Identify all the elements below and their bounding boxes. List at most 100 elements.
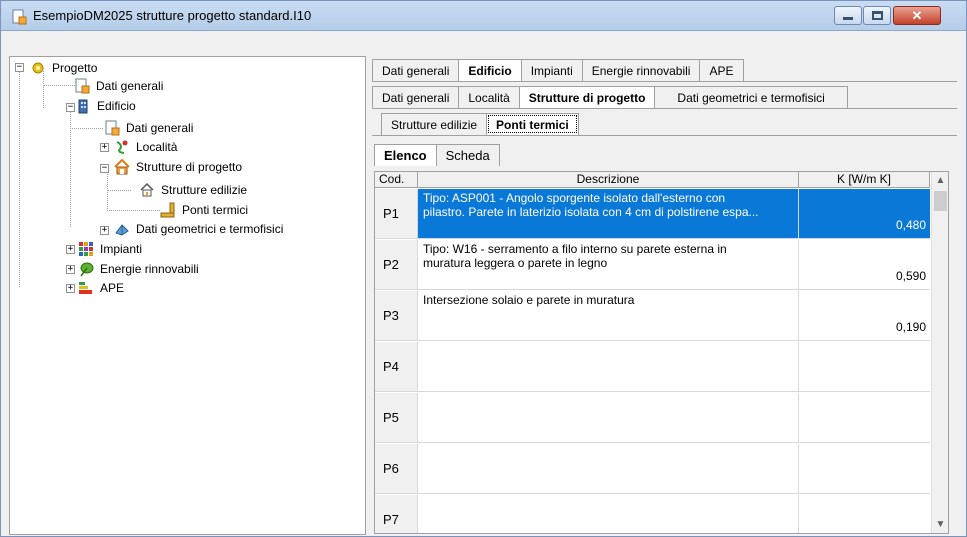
tab-strutture-edilizie[interactable]: Strutture edilizie (381, 113, 488, 135)
tree-item-ponti-termici[interactable]: Ponti termici (160, 201, 250, 219)
tree-item-energie-rinnovabili[interactable]: Energie rinnovabili (78, 260, 201, 278)
tab-localita[interactable]: Località (458, 86, 520, 108)
tab-dati-generali[interactable]: Dati generali (372, 59, 460, 81)
row-description (418, 444, 799, 493)
tree-item-dati-generali[interactable]: Dati generali (74, 77, 165, 95)
vertical-scrollbar[interactable]: ▲ ▼ (931, 172, 948, 533)
tab-energie-rinnovabili[interactable]: Energie rinnovabili (581, 59, 701, 81)
tree-item-dati-geometrici[interactable]: Dati geometrici e termofisici (114, 220, 285, 238)
geometry-icon (115, 224, 129, 236)
tab-divider (372, 135, 957, 136)
sun-icon (32, 62, 44, 74)
tree-item-ape[interactable]: APE (78, 279, 126, 297)
table-row[interactable]: P7 (375, 495, 930, 533)
row-code: P6 (375, 444, 418, 493)
tabbar-main: Dati generali Edificio Impianti Energie … (372, 59, 744, 81)
row-code: P7 (375, 495, 418, 533)
tab-elenco[interactable]: Elenco (374, 144, 437, 166)
table-header: Cod. Descrizione K [W/m K] (375, 172, 930, 188)
row-k-value: 0,190 (895, 320, 926, 334)
house-structure-icon (114, 159, 130, 175)
tree-connector (19, 71, 20, 287)
row-k-value (799, 342, 930, 391)
tree-connector (70, 109, 71, 227)
column-header-description[interactable]: Descrizione (418, 172, 799, 187)
tab-scheda[interactable]: Scheda (435, 144, 500, 166)
row-code: P3 (375, 291, 418, 340)
scroll-thumb[interactable] (934, 191, 947, 211)
tree-item-strutture-edilizie[interactable]: Strutture edilizie (139, 181, 249, 199)
tree-expand-toggle[interactable]: + (66, 245, 75, 254)
tab-strutture-di-progetto[interactable]: Strutture di progetto (518, 86, 656, 108)
table-row[interactable]: P1 Tipo: ASP001 - Angolo sporgente isola… (375, 189, 930, 239)
tab-divider (372, 81, 957, 82)
row-description (418, 495, 799, 533)
row-description: Tipo: ASP001 - Angolo sporgente isolato … (418, 189, 799, 238)
tree-item-localita[interactable]: Località (114, 138, 179, 156)
tab-ape[interactable]: APE (699, 59, 744, 81)
tree-label: Dati generali (96, 79, 164, 93)
tree-item-strutture-di-progetto[interactable]: Strutture di progetto (114, 158, 244, 176)
project-tree[interactable]: − − + − + + + + Progetto Dati generali E… (9, 56, 366, 535)
document-icon (75, 78, 90, 94)
row-description (418, 393, 799, 442)
tree-expand-toggle[interactable]: + (66, 284, 75, 293)
close-button[interactable]: ✕ (893, 6, 941, 25)
tab-dati-geometrici[interactable]: Dati geometrici e termofisici (654, 86, 848, 108)
tree-connector (70, 128, 103, 129)
tab-impianti[interactable]: Impianti (520, 59, 583, 81)
tree-collapse-toggle[interactable]: − (15, 63, 24, 72)
tab-dati-generali[interactable]: Dati generali (372, 86, 460, 108)
thermal-bridge-icon (160, 202, 175, 218)
tree-expand-toggle[interactable]: + (100, 226, 109, 235)
row-code: P5 (375, 393, 418, 442)
house-icon (140, 182, 154, 197)
scroll-down-icon[interactable]: ▼ (932, 516, 948, 533)
row-k-value: 0,590 (895, 269, 926, 283)
column-header-code[interactable]: Cod. (375, 172, 418, 187)
tree-expand-toggle[interactable]: + (66, 265, 75, 274)
table-row[interactable]: P5 (375, 393, 930, 443)
tree-item-impianti[interactable]: Impianti (78, 240, 144, 258)
tree-collapse-toggle[interactable]: − (100, 164, 109, 173)
row-description (418, 342, 799, 391)
tree-item-edificio-dati-generali[interactable]: Dati generali (104, 119, 195, 137)
table-row[interactable]: P2 Tipo: W16 - serramento a filo interno… (375, 240, 930, 290)
thermal-bridges-table[interactable]: Cod. Descrizione K [W/m K] P1 Tipo: ASP0… (374, 171, 949, 534)
table-row[interactable]: P6 (375, 444, 930, 494)
row-k-value (799, 495, 930, 533)
tree-label: Strutture edilizie (161, 183, 248, 197)
tree-collapse-toggle[interactable]: − (66, 103, 75, 112)
row-description: Tipo: W16 - serramento a filo interno su… (418, 240, 799, 289)
minimize-button[interactable] (834, 6, 862, 25)
row-code: P2 (375, 240, 418, 289)
document-icon (12, 9, 27, 25)
tree-label: Ponti termici (182, 203, 249, 217)
app-window: EsempioDM2025 strutture progetto standar… (0, 0, 967, 537)
maximize-icon (871, 11, 883, 20)
tree-item-edificio[interactable]: Edificio (75, 97, 138, 115)
tree-item-progetto[interactable]: Progetto (30, 59, 99, 77)
row-description: Intersezione solaio e parete in muratura (418, 291, 799, 340)
tree-label: Dati geometrici e termofisici (136, 222, 284, 236)
leaf-icon (80, 262, 94, 277)
tree-label: Impianti (100, 242, 143, 256)
close-icon: ✕ (911, 7, 923, 23)
maximize-button[interactable] (863, 6, 891, 25)
tab-ponti-termici[interactable]: Ponti termici (486, 113, 579, 135)
table-row[interactable]: P4 (375, 342, 930, 392)
title-bar: EsempioDM2025 strutture progetto standar… (1, 1, 966, 31)
window-title: EsempioDM2025 strutture progetto standar… (33, 8, 312, 23)
scroll-up-icon[interactable]: ▲ (932, 172, 948, 189)
tabbar-view: Elenco Scheda (374, 144, 500, 166)
tree-expand-toggle[interactable]: + (100, 143, 109, 152)
building-icon (78, 99, 88, 114)
grid-icon (79, 242, 93, 256)
column-header-k[interactable]: K [W/m K] (799, 172, 930, 187)
map-pin-icon (116, 140, 128, 154)
row-k-value (799, 444, 930, 493)
tree-connector (107, 210, 160, 211)
tab-edificio[interactable]: Edificio (458, 59, 522, 81)
tree-label: APE (100, 281, 125, 295)
table-row[interactable]: P3 Intersezione solaio e parete in murat… (375, 291, 930, 341)
